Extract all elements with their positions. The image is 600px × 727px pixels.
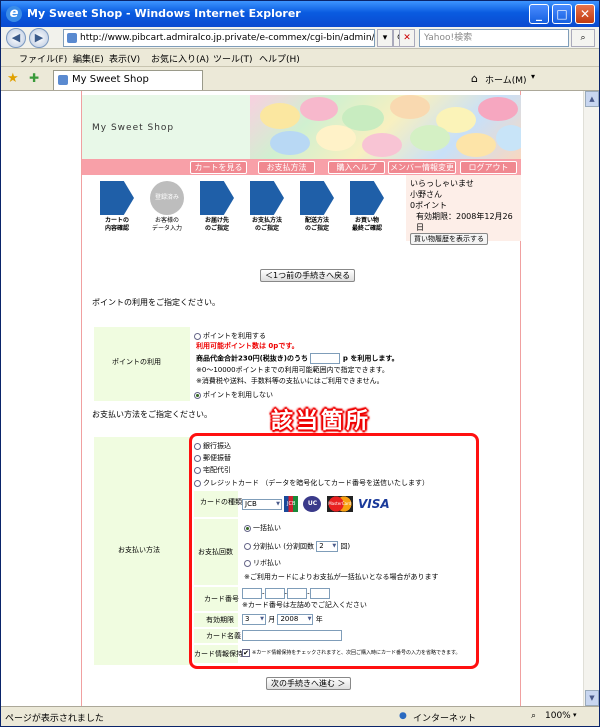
- home-dropdown-icon[interactable]: ▾: [531, 72, 535, 81]
- search-icon[interactable]: ⌕: [571, 29, 595, 47]
- step-customer-data: 登録済み お客様の データ入力: [144, 181, 190, 241]
- point-use-radio[interactable]: [194, 332, 201, 340]
- menu-file[interactable]: ファイル(F): [19, 52, 67, 65]
- card-icon: [250, 181, 284, 215]
- step-label: カートの 内容確認: [104, 217, 129, 232]
- ok-icon: [350, 181, 384, 215]
- next-step-button[interactable]: 次の手続きへ進む ＞: [266, 677, 351, 690]
- menu-help[interactable]: ヘルプ(H): [259, 52, 300, 65]
- point-use-option[interactable]: ポイントを利用する: [194, 331, 266, 341]
- point-amount-row: 商品代金合計230円(税抜き)のうち p を利用します。: [196, 353, 399, 364]
- point-note-1: ※0～10000ポイントまでの利用可能範囲内で指定できます。: [196, 366, 389, 374]
- zoom-icon[interactable]: ⌕: [531, 711, 536, 721]
- payment-label-cell: お支払い方法: [94, 437, 190, 665]
- cart-icon: [100, 181, 134, 215]
- point-note-2: ※消費税や送料、手数料等の支払いにはご利用できません。: [196, 377, 384, 385]
- url-text: http://www.pibcart.admiralco.jp.private/…: [80, 33, 375, 43]
- point-nouse-radio[interactable]: [194, 391, 201, 399]
- payment-intro: お支払い方法をご指定ください。: [92, 410, 212, 419]
- point-label: ポイントの利用: [112, 358, 161, 366]
- window-title: My Sweet Shop - Windows Internet Explore…: [27, 7, 301, 20]
- status-bar: ページが表示されました ● インターネット ⌕ 100% ▾: [1, 706, 599, 726]
- menu-bar: ファイル(F) 編集(E) 表示(V) お気に入り(A) ツール(T) ヘルプ(…: [1, 49, 599, 67]
- title-bar: e My Sweet Shop - Windows Internet Explo…: [1, 1, 599, 27]
- greeting-panel: いらっしゃいませ 小野さん 0ポイント 有効期限：2008年12月26日 買い物…: [406, 175, 521, 245]
- menu-edit[interactable]: 編集(E): [73, 52, 104, 65]
- tab-my-sweet-shop[interactable]: My Sweet Shop: [53, 70, 203, 90]
- address-bar: ◀ ▶ http://www.pibcart.admiralco.jp.priv…: [1, 27, 599, 49]
- zoom-level[interactable]: 100%: [545, 711, 571, 721]
- menu-tools[interactable]: ツール(T): [213, 52, 253, 65]
- view-cart-button[interactable]: カートを見る: [190, 161, 247, 174]
- logout-button[interactable]: ログアウト: [460, 161, 517, 174]
- tab-label: My Sweet Shop: [72, 74, 149, 85]
- favorites-bar: ★ ✚ My Sweet Shop ⌂ ホーム(M) ▾: [1, 67, 599, 91]
- step-label: お買い物 最終ご確認: [351, 217, 382, 232]
- add-favorite-icon[interactable]: ✚: [29, 71, 39, 85]
- globe-icon: ●: [399, 711, 407, 721]
- point-label-cell: ポイントの利用: [94, 327, 190, 401]
- step-shipping: 配送方法 のご指定: [294, 181, 340, 241]
- stop-icon[interactable]: ✕: [399, 29, 415, 47]
- point-nouse-option[interactable]: ポイントを利用しない: [194, 390, 273, 400]
- step-payment: お支払方法 のご指定: [244, 181, 290, 241]
- security-zone: インターネット: [413, 714, 477, 724]
- point-intro: ポイントの利用をご指定ください。: [92, 298, 220, 307]
- step-label: お客様の データ入力: [151, 217, 182, 232]
- menu-view[interactable]: 表示(V): [109, 52, 140, 65]
- header-logo-area: My Sweet Shop: [82, 95, 250, 159]
- status-text: ページが表示されました: [5, 714, 104, 724]
- box-icon: [200, 181, 234, 215]
- purchase-history-button[interactable]: 買い物履歴を表示する: [410, 233, 488, 245]
- expiry-text: 有効期限：2008年12月26日: [416, 212, 513, 232]
- back-step-button[interactable]: ＜1つ前の手続きへ戻る: [260, 269, 356, 282]
- vertical-scrollbar[interactable]: ▲ ▼: [583, 91, 599, 706]
- home-icon[interactable]: ⌂: [471, 72, 478, 85]
- menu-favorites[interactable]: お気に入り(A): [151, 52, 209, 65]
- registered-badge-icon: 登録済み: [150, 181, 184, 215]
- close-button[interactable]: ✕: [575, 4, 595, 24]
- truck-icon: [300, 181, 334, 215]
- payment-methods-button[interactable]: お支払方法: [258, 161, 315, 174]
- step-cart: カートの 内容確認: [94, 181, 140, 241]
- home-button[interactable]: ホーム(M): [485, 73, 527, 86]
- search-input[interactable]: Yahoo!検索: [419, 29, 569, 47]
- minimize-button[interactable]: _: [529, 4, 549, 24]
- step-delivery: お届け先 のご指定: [194, 181, 240, 241]
- shop-name: My Sweet Shop: [92, 123, 175, 133]
- available-points: 利用可能ポイント数は 0pです。: [196, 342, 299, 350]
- step-label: 配送方法 のご指定: [304, 217, 329, 232]
- forward-icon[interactable]: ▶: [29, 28, 49, 48]
- user-name: 小野さん: [410, 190, 442, 199]
- tab-favicon: [58, 75, 68, 85]
- welcome-text: いらっしゃいませ: [410, 179, 474, 188]
- ie-logo-icon: e: [6, 6, 22, 22]
- total-suffix: p を利用します。: [342, 354, 399, 363]
- point-amount-input[interactable]: [310, 353, 341, 364]
- back-icon[interactable]: ◀: [6, 28, 26, 48]
- maximize-button[interactable]: □: [552, 4, 572, 24]
- purchase-help-button[interactable]: 購入ヘルプ: [328, 161, 385, 174]
- nav-bar: カートを見る お支払方法 購入ヘルプ メンバー情報変更 ログアウト: [82, 159, 521, 175]
- points-text: 0ポイント: [410, 201, 448, 210]
- step-confirm: お買い物 最終ご確認: [344, 181, 390, 241]
- browser-window: e My Sweet Shop - Windows Internet Explo…: [0, 0, 600, 727]
- page-favicon: [67, 33, 77, 43]
- url-input[interactable]: http://www.pibcart.admiralco.jp.private/…: [63, 29, 375, 47]
- payment-label: お支払い方法: [118, 546, 160, 554]
- total-prefix: 商品代金合計230円(税抜き)のうち: [196, 354, 309, 363]
- scroll-up-icon[interactable]: ▲: [585, 91, 599, 107]
- highlight-frame: [189, 433, 479, 669]
- zoom-dropdown-icon[interactable]: ▾: [573, 711, 577, 719]
- scroll-down-icon[interactable]: ▼: [585, 690, 599, 706]
- point-nouse-label: ポイントを利用しない: [203, 391, 273, 399]
- favorites-star-icon[interactable]: ★: [7, 71, 19, 86]
- member-info-button[interactable]: メンバー情報変更: [388, 161, 456, 174]
- point-use-label: ポイントを利用する: [203, 332, 266, 340]
- header-jellybeans-image: [250, 95, 521, 159]
- step-label: お支払方法 のご指定: [251, 217, 282, 232]
- callout-label: 該当箇所: [271, 409, 372, 434]
- step-label: お届け先 のご指定: [204, 217, 229, 232]
- url-dropdown-icon[interactable]: ▾: [377, 29, 393, 47]
